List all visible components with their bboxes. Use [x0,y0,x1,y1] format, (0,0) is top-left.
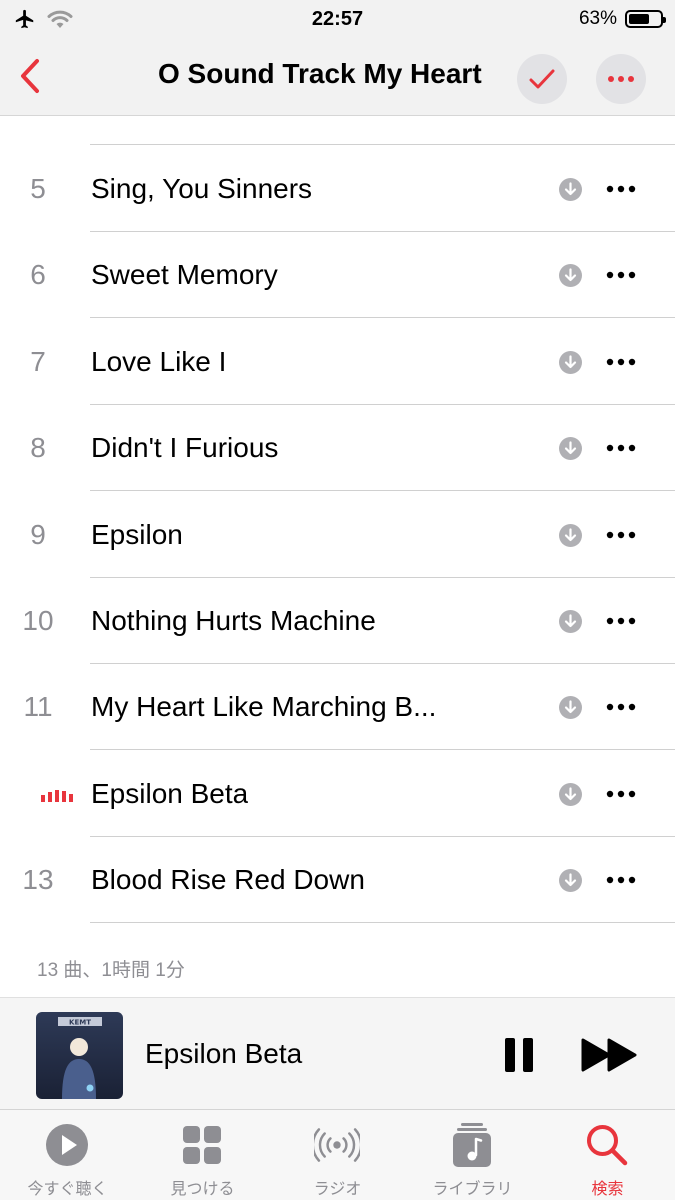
grid-icon [179,1122,225,1168]
ellipsis-icon [608,76,634,82]
back-button[interactable] [10,52,50,100]
ellipsis-icon [606,617,636,625]
status-bar: 22:57 63% [0,0,675,38]
pause-button[interactable] [500,1035,540,1075]
album-summary: 13 曲、1時間 1分 [37,960,185,981]
ellipsis-icon [606,272,636,279]
track-number: 6 [30,259,46,291]
track-more-button[interactable] [600,345,642,379]
battery-status: 63% [578,8,666,30]
album-art-image: KEMT [36,1012,123,1099]
download-icon[interactable] [559,523,582,547]
tab-radio[interactable]: ラジオ [270,1110,405,1200]
track-row[interactable]: 13 Blood Rise Red Down [0,837,675,924]
track-title: Sweet Memory [91,259,278,291]
next-track-button[interactable] [580,1035,640,1075]
track-more-button[interactable] [600,777,642,811]
track-row[interactable]: 6 Sweet Memory [0,232,675,319]
tab-label: 検索 [591,1181,624,1198]
track-number: 8 [30,432,46,464]
track-title: Didn't I Furious [91,432,279,464]
download-icon[interactable] [559,178,582,201]
track-number: 10 [22,605,54,636]
play-circle-icon [44,1122,90,1168]
track-title: Blood Rise Red Down [91,864,365,896]
track-title: Epsilon [91,518,183,550]
ellipsis-icon [606,704,636,711]
tab-grid[interactable]: 見つける [135,1110,270,1200]
tab-bar: 今すぐ聴く 見つける ラジオ ライブラリ 検索 [0,1110,675,1200]
tab-label: ラジオ [313,1181,362,1198]
download-icon[interactable] [559,782,582,806]
track-number: 13 [22,864,54,896]
tab-search[interactable]: 検索 [540,1110,675,1200]
track-more-button[interactable] [600,431,642,465]
track-title: Love Like I [91,345,227,377]
ellipsis-icon [606,876,636,884]
now-playing-title: Epsilon Beta [145,1038,303,1069]
pause-icon [505,1038,533,1072]
radio-icon [314,1122,360,1168]
now-playing-artwork: KEMT [36,1012,123,1099]
track-row[interactable]: 8 Didn't I Furious [0,405,675,492]
tab-label: 今すぐ聴く [27,1181,108,1198]
more-options-button[interactable] [596,54,646,104]
ellipsis-icon [606,790,636,797]
nav-bar: O Sound Track My Heart [0,40,675,114]
track-title: Sing, You Sinners [91,173,313,204]
download-icon[interactable] [559,610,582,633]
ellipsis-icon [606,358,636,365]
download-icon[interactable] [559,437,582,461]
page-title: O Sound Track My Heart [158,58,482,89]
track-row[interactable]: 11 My Heart Like Marching B... [0,664,675,751]
track-row[interactable]: 7 Love Like I [0,319,675,405]
download-icon[interactable] [559,696,582,720]
track-number: 9 [30,518,46,550]
now-playing-equalizer-icon [41,789,73,802]
track-number: 7 [30,345,46,377]
chevron-left-icon [21,59,39,93]
track-row[interactable]: 9 Epsilon [0,492,675,578]
divider [90,922,675,924]
track-row[interactable]: Epsilon Beta [0,751,675,837]
tab-label: ライブラリ [432,1181,513,1198]
track-title: Nothing Hurts Machine [91,605,376,636]
mini-player[interactable]: KEMT Epsilon Beta [0,997,675,1110]
battery-icon [625,10,666,28]
ellipsis-icon [606,185,636,193]
added-to-library-button[interactable] [517,54,567,104]
track-more-button[interactable] [600,863,642,897]
track-more-button[interactable] [600,518,642,552]
fast-forward-icon [581,1038,637,1072]
artwork-text: KEMT [69,1019,91,1027]
top-area: 22:57 63% O Sound Track My Heart [0,0,675,116]
download-icon[interactable] [559,350,582,374]
download-icon[interactable] [559,264,582,288]
track-more-button[interactable] [600,690,642,724]
ellipsis-icon [606,531,636,538]
tab-label: 見つける [170,1181,235,1198]
track-more-button[interactable] [600,258,642,292]
checkmark-icon [529,69,555,89]
library-icon [449,1122,495,1168]
track-number: 11 [23,691,53,723]
tab-play-circle[interactable]: 今すぐ聴く [0,1110,135,1200]
track-title: My Heart Like Marching B... [91,691,437,723]
status-time: 22:57 [311,8,364,30]
track-more-button[interactable] [600,172,642,206]
track-title: Epsilon Beta [91,777,249,809]
search-icon [584,1122,630,1168]
track-row[interactable]: 10 Nothing Hurts Machine [0,578,675,664]
track-row[interactable]: 5 Sing, You Sinners [0,146,675,232]
tab-library[interactable]: ライブラリ [405,1110,540,1200]
battery-percent: 63% [578,8,617,29]
track-more-button[interactable] [600,604,642,638]
track-number: 5 [30,173,46,204]
ellipsis-icon [606,444,636,452]
download-icon[interactable] [559,869,582,893]
divider [90,144,675,145]
